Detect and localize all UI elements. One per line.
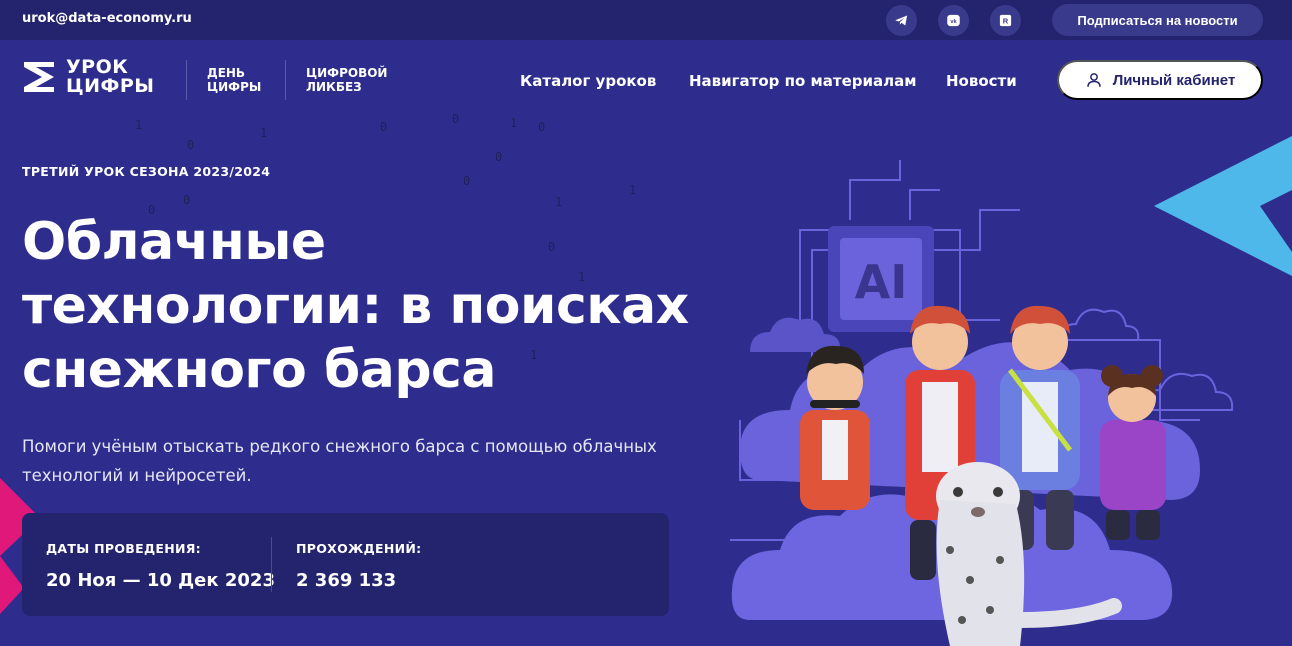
character-boy-headphones [800,345,870,510]
stats-divider [271,537,272,592]
personal-cabinet-label: Личный кабинет [1112,71,1236,89]
hero-illustration: AI [730,136,1292,646]
binary-decoration: 1 [510,116,518,130]
season-label: ТРЕТИЙ УРОК СЕЗОНА 2023/2024 [22,164,271,179]
svg-text:R: R [1003,17,1009,26]
header-divider [285,60,286,100]
page-title: Облачные технологии: в поисках снежного … [22,210,702,402]
header-divider [186,60,187,100]
lesson-stats-card: ДАТЫ ПРОВЕДЕНИЯ: 20 Ноя — 10 Дек 2023 ПР… [22,513,669,616]
cloud-decoration [1058,308,1140,341]
binary-decoration: 0 [380,120,388,134]
character-girl-purple-jacket [1100,365,1166,540]
cifrovoy-likbez-logo[interactable]: ЦИФРОВОЙ ЛИКБЕЗ [306,66,387,94]
subscribe-news-button[interactable]: Подписаться на новости [1052,4,1263,36]
binary-decoration: 0 [187,138,195,152]
rutube-icon: R [999,14,1012,27]
likbez-line-2: ЛИКБЕЗ [306,80,362,94]
logo-line-2: ЦИФРЫ [66,75,155,97]
personal-cabinet-button[interactable]: Личный кабинет [1057,60,1263,100]
binary-decoration: 1 [555,195,563,209]
urok-cifry-logo[interactable]: УРОК ЦИФРЫ [22,58,154,96]
passes-value: 2 369 133 [296,570,397,591]
nav-news[interactable]: Новости [946,72,1017,90]
binary-decoration: 0 [495,150,503,164]
likbez-line-1: ЦИФРОВОЙ [306,66,388,80]
telegram-link[interactable] [886,5,917,36]
logo-text: УРОК ЦИФРЫ [66,58,154,96]
passes-label: ПРОХОЖДЕНИЙ: [296,541,422,556]
den-cifry-logo[interactable]: ДЕНЬ ЦИФРЫ [207,66,261,94]
binary-decoration: 1 [135,118,143,132]
title-line-2: технологии: в поисках [22,276,689,336]
binary-decoration: 0 [463,174,471,188]
hero-description: Помоги учёным отыскать редкого снежного … [22,432,682,490]
ai-chip-text: AI [855,255,908,309]
logo-mark-icon [24,62,54,92]
binary-decoration: 0 [452,112,460,126]
description-line-2: технологий и нейросетей. [22,466,252,485]
nav-catalog[interactable]: Каталог уроков [520,72,656,90]
contact-email-link[interactable]: urok@data-economy.ru [22,11,192,26]
vk-link[interactable]: vk [938,5,969,36]
svg-text:vk: vk [950,19,957,25]
dates-label: ДАТЫ ПРОВЕДЕНИЯ: [46,541,201,556]
binary-decoration: 1 [260,126,268,140]
top-bar: urok@data-economy.ru vk R Подписаться на… [0,0,1292,40]
telegram-icon [895,15,908,26]
title-line-3: снежного барса [22,340,496,400]
user-icon [1086,73,1101,87]
dates-value: 20 Ноя — 10 Дек 2023 [46,570,275,591]
binary-decoration: 1 [629,183,637,197]
cyan-chevron-decoration [1154,136,1292,276]
description-line-1: Помоги учёным отыскать редкого снежного … [22,437,657,456]
den-cifry-line-1: ДЕНЬ [207,66,246,80]
rutube-link[interactable]: R [990,5,1021,36]
nav-navigator[interactable]: Навигатор по материалам [689,72,916,90]
title-line-1: Облачные [22,212,326,272]
binary-decoration: 0 [183,193,191,207]
den-cifry-line-2: ЦИФРЫ [207,80,262,94]
binary-decoration: 0 [538,120,546,134]
vk-icon: vk [947,14,960,27]
